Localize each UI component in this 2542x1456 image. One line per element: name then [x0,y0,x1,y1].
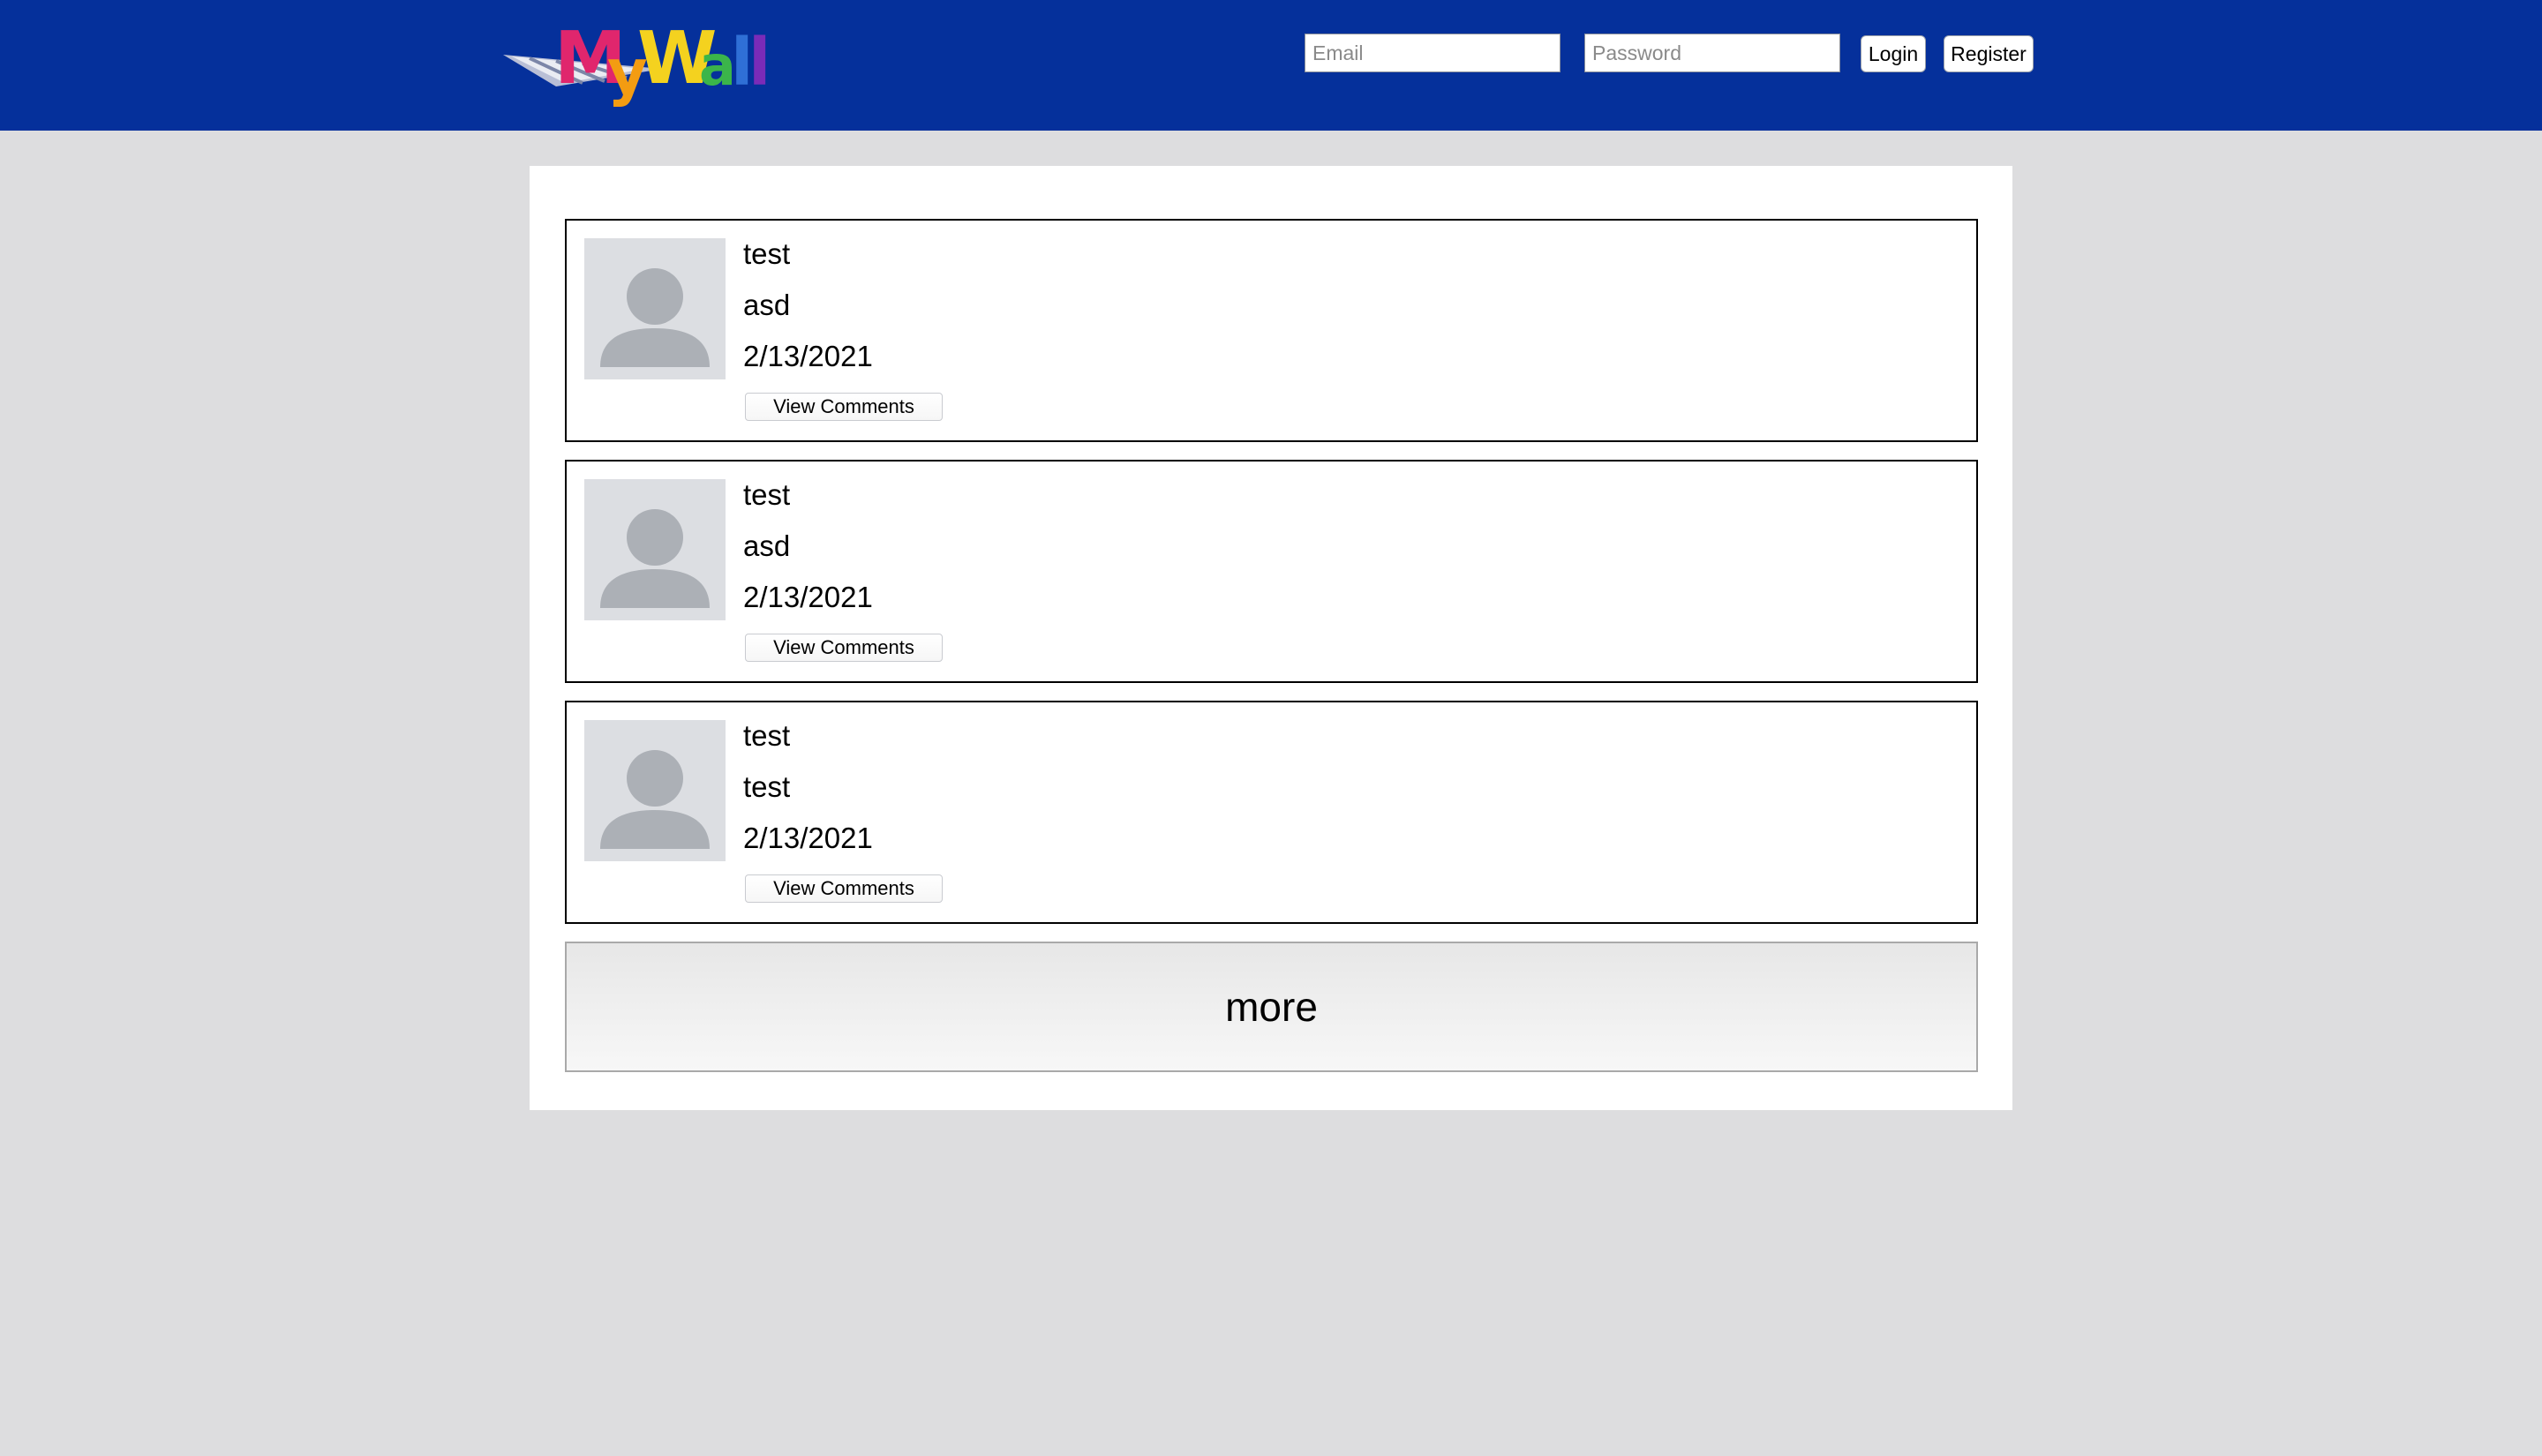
post-card: test asd 2/13/2021 View Comments [565,460,1978,683]
post-body: asd [743,529,791,562]
view-comments-button[interactable]: View Comments [745,634,943,662]
post-card: test asd 2/13/2021 View Comments [565,219,1978,442]
top-navigation-bar: M y W a l l Login Register [0,0,2542,131]
password-input[interactable] [1584,34,1840,72]
view-comments-button[interactable]: View Comments [745,393,943,421]
view-comments-button[interactable]: View Comments [745,874,943,903]
wall-feed-card: test asd 2/13/2021 View Comments test as… [530,166,2012,1110]
post-body: asd [743,289,791,321]
email-input[interactable] [1305,34,1561,72]
logo-graphic: M y W a l l [503,17,768,108]
login-button[interactable]: Login [1861,35,1926,72]
person-placeholder-icon [584,238,726,379]
post-body: test [743,770,791,803]
post-card: test test 2/13/2021 View Comments [565,701,1978,924]
post-date: 2/13/2021 [743,340,873,372]
post-title: test [743,719,791,752]
mywall-logo[interactable]: M y W a l l [503,12,768,108]
load-more-button[interactable]: more [565,942,1978,1072]
post-date: 2/13/2021 [743,822,873,854]
post-title: test [743,237,791,270]
person-placeholder-icon [584,479,726,620]
register-button[interactable]: Register [1944,35,2034,72]
post-title: test [743,478,791,511]
svg-text:l: l [748,25,768,101]
person-placeholder-icon [584,720,726,861]
post-date: 2/13/2021 [743,581,873,613]
